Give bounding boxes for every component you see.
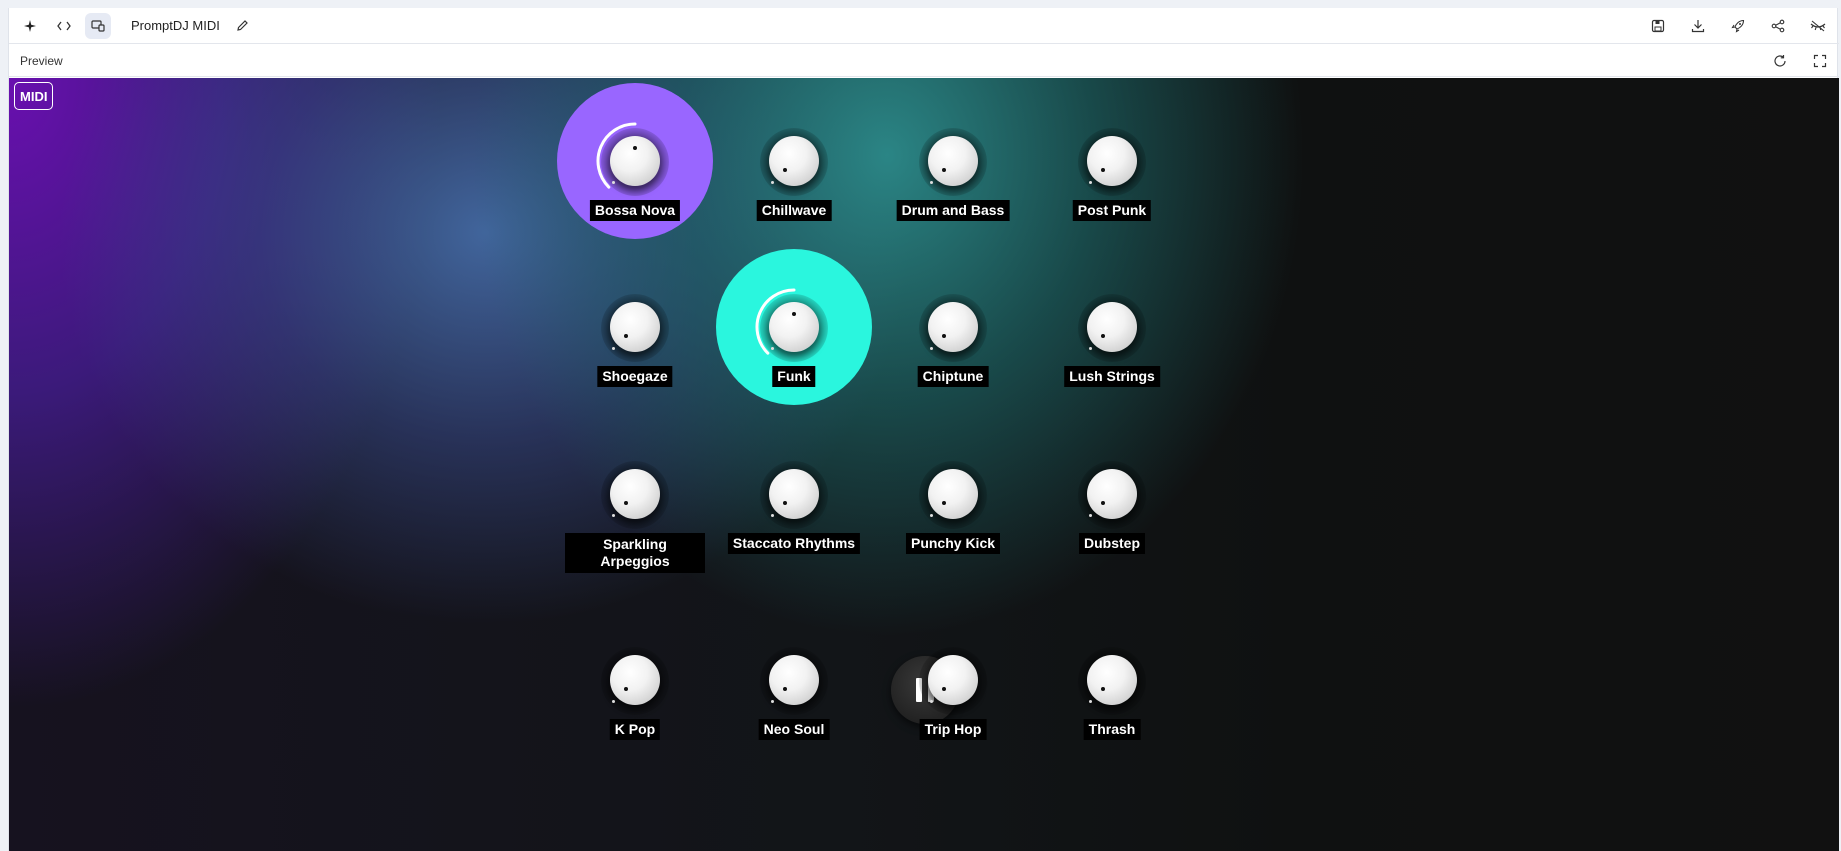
share-icon[interactable] xyxy=(1765,13,1791,39)
knob-indicator xyxy=(941,168,946,173)
prompt-label[interactable]: Sparkling Arpeggios xyxy=(565,533,705,573)
preview-bar: Preview xyxy=(9,45,1839,77)
midi-button[interactable]: MIDI xyxy=(14,82,54,110)
download-icon[interactable] xyxy=(1685,13,1711,39)
knob-cap[interactable] xyxy=(1087,469,1137,519)
prompt-knob[interactable]: Punchy Kick xyxy=(903,449,1003,579)
prompt-label[interactable]: Thrash xyxy=(1083,719,1141,740)
prompt-label[interactable]: Dubstep xyxy=(1079,533,1145,554)
prompt-label[interactable]: Shoegaze xyxy=(597,366,673,387)
fullscreen-icon[interactable] xyxy=(1807,48,1833,74)
device-preview-icon[interactable] xyxy=(85,12,111,39)
knob-indicator xyxy=(623,501,628,506)
knob-cap[interactable] xyxy=(769,469,819,519)
knob-indicator xyxy=(1100,687,1105,692)
prompt-label[interactable]: Punchy Kick xyxy=(905,533,1001,554)
knob-cap[interactable] xyxy=(769,302,819,352)
prompt-knob[interactable]: Chillwave xyxy=(744,116,844,246)
knob-indicator xyxy=(792,312,796,316)
prompt-label[interactable]: Trip Hop xyxy=(919,719,987,740)
prompt-knob[interactable]: Sparkling Arpeggios xyxy=(565,449,705,579)
hide-icon[interactable] xyxy=(1805,13,1831,39)
prompt-knob[interactable]: Bossa Nova xyxy=(557,83,713,246)
knob-indicator xyxy=(782,687,787,692)
prompt-label[interactable]: Drum and Bass xyxy=(896,200,1010,221)
knob-cap[interactable] xyxy=(1087,136,1137,186)
rocket-icon[interactable] xyxy=(1725,13,1751,39)
knob-cap[interactable] xyxy=(928,469,978,519)
knob-cap[interactable] xyxy=(928,302,978,352)
prompt-knob[interactable]: Shoegaze xyxy=(585,282,685,412)
knob-indicator xyxy=(623,687,628,692)
prompt-stage: MIDI Bossa Nova Chillwave Drum and Bass Pos… xyxy=(9,78,1839,851)
knob-indicator xyxy=(1100,334,1105,339)
pencil-icon[interactable] xyxy=(230,13,256,39)
knob-indicator xyxy=(782,168,787,173)
knob-indicator xyxy=(633,146,637,150)
prompt-label[interactable]: Staccato Rhythms xyxy=(727,533,861,554)
prompt-knob[interactable]: K Pop xyxy=(585,635,685,765)
knob-indicator xyxy=(941,501,946,506)
app-frame: PromptDJ MIDI Preview MIDI Bossa Nova Ch… xyxy=(8,8,1839,851)
sparkle-icon[interactable] xyxy=(17,13,43,39)
app-title: PromptDJ MIDI xyxy=(131,18,220,33)
knob-indicator xyxy=(1100,501,1105,506)
knob-indicator xyxy=(623,334,628,339)
prompt-knob[interactable]: Dubstep xyxy=(1062,449,1162,579)
prompt-knob[interactable]: Staccato Rhythms xyxy=(727,449,861,579)
prompt-knob[interactable]: Funk xyxy=(716,249,872,412)
prompt-knob[interactable]: Drum and Bass xyxy=(896,116,1010,246)
code-icon[interactable] xyxy=(51,13,77,39)
prompt-knob[interactable]: Post Punk xyxy=(1062,116,1162,246)
knob-cap[interactable] xyxy=(610,469,660,519)
prompt-label[interactable]: Chiptune xyxy=(917,366,989,387)
preview-label: Preview xyxy=(20,53,63,68)
prompt-knob[interactable]: Trip Hop xyxy=(903,635,1003,765)
prompt-label[interactable]: Neo Soul xyxy=(758,719,830,740)
prompt-label[interactable]: Funk xyxy=(772,366,816,387)
knob-cap[interactable] xyxy=(769,136,819,186)
right-toolbar xyxy=(1631,8,1839,44)
prompt-knob[interactable]: Thrash xyxy=(1062,635,1162,765)
prompt-label[interactable]: Bossa Nova xyxy=(589,200,681,221)
knob-cap[interactable] xyxy=(1087,302,1137,352)
knob-cap[interactable] xyxy=(769,655,819,705)
knob-cap[interactable] xyxy=(610,655,660,705)
preview-tools xyxy=(1767,48,1833,74)
knob-indicator xyxy=(941,334,946,339)
knob-cap[interactable] xyxy=(1087,655,1137,705)
top-toolbar: PromptDJ MIDI xyxy=(9,8,1839,44)
save-icon[interactable] xyxy=(1645,13,1671,39)
knob-indicator xyxy=(782,501,787,506)
knob-indicator xyxy=(941,687,946,692)
knob-cap[interactable] xyxy=(610,302,660,352)
knob-cap[interactable] xyxy=(610,136,660,186)
prompt-label[interactable]: K Pop xyxy=(609,719,661,740)
refresh-icon[interactable] xyxy=(1767,48,1793,74)
prompt-knob[interactable]: Lush Strings xyxy=(1062,282,1162,412)
prompt-knob[interactable]: Chiptune xyxy=(903,282,1003,412)
prompt-label[interactable]: Lush Strings xyxy=(1064,366,1160,387)
knob-indicator xyxy=(1100,168,1105,173)
prompt-label[interactable]: Post Punk xyxy=(1072,200,1152,221)
knob-cap[interactable] xyxy=(928,655,978,705)
prompt-knob[interactable]: Neo Soul xyxy=(744,635,844,765)
prompt-label[interactable]: Chillwave xyxy=(756,200,832,221)
knob-cap[interactable] xyxy=(928,136,978,186)
